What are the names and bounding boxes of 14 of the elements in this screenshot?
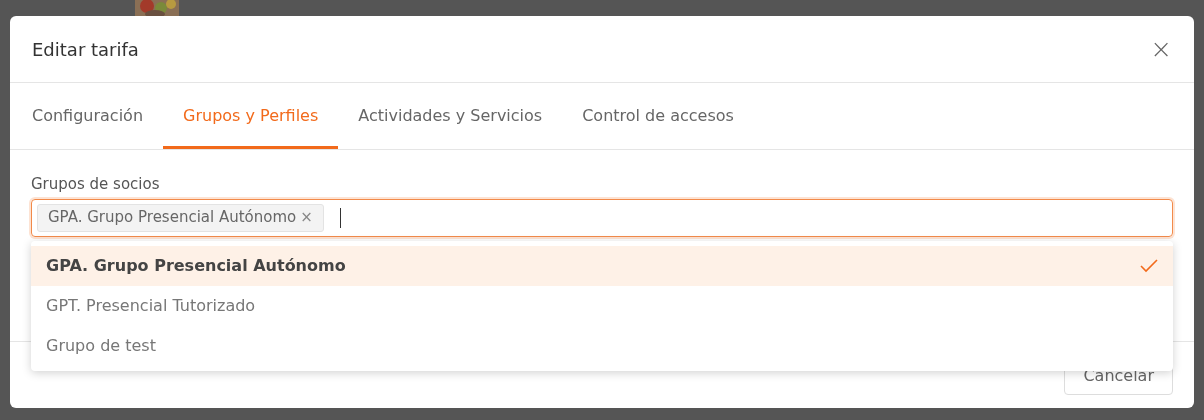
dropdown-option[interactable]: GPA. Grupo Presencial Autónomo — [31, 246, 1173, 286]
tab[interactable]: Control de accesos — [562, 83, 754, 149]
close-button[interactable]: × — [1150, 36, 1172, 62]
remove-tag-button[interactable]: × — [300, 210, 313, 225]
tab[interactable]: Configuración — [12, 83, 164, 149]
check-icon — [1140, 259, 1158, 273]
tab[interactable]: Grupos y Perfiles — [163, 83, 339, 149]
tab[interactable]: Actividades y Servicios — [338, 83, 563, 149]
dialog-title: Editar tarifa — [32, 37, 139, 62]
dropdown-option[interactable]: GPT. Presencial Tutorizado — [31, 286, 1173, 326]
text-cursor — [339, 207, 341, 228]
field-label: Grupos de socios — [31, 174, 161, 195]
tag-input-field[interactable]: GPA. Grupo Presencial Autónomo × — [31, 198, 1173, 237]
tag-label: GPA. Grupo Presencial Autónomo — [48, 207, 297, 229]
